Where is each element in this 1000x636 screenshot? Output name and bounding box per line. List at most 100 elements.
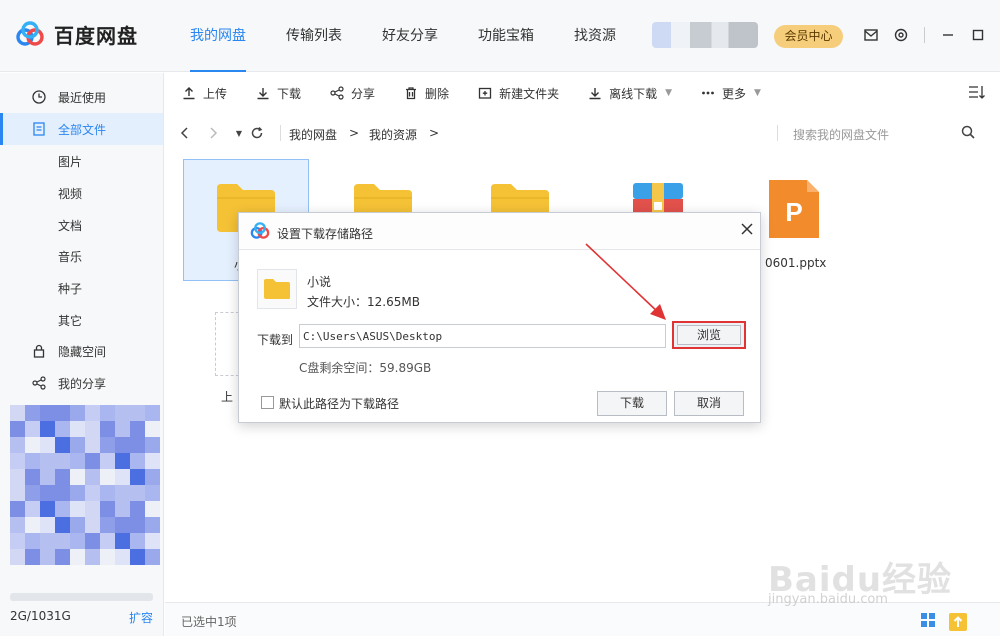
delete-button[interactable]: 删除: [403, 85, 449, 102]
upload-transfer-icon[interactable]: [948, 612, 968, 635]
chevron-down-icon: ▼: [665, 88, 673, 98]
sidebar-item-hidden-space[interactable]: 隐藏空间: [0, 335, 163, 367]
download-button[interactable]: 下载: [597, 391, 667, 416]
mosaic-pixel: [100, 517, 115, 533]
selection-count: 已选中1项: [181, 615, 237, 629]
mosaic-pixel: [25, 485, 40, 501]
mosaic-pixel: [55, 469, 70, 485]
mosaic-pixel: [40, 421, 55, 437]
svg-text:P: P: [785, 197, 802, 227]
minimize-icon[interactable]: [939, 26, 957, 44]
tab-find-resources[interactable]: 找资源: [554, 0, 636, 72]
mosaic-pixel: [145, 469, 160, 485]
sidebar-item-torrents[interactable]: 种子: [58, 280, 82, 297]
grid-view-icon[interactable]: [920, 612, 936, 635]
dialog-close-icon[interactable]: [739, 221, 755, 237]
mosaic-pixel: [130, 469, 145, 485]
mosaic-pixel: [25, 533, 40, 549]
sidebar-item-documents[interactable]: 文档: [58, 217, 82, 234]
more-dots-icon: [700, 85, 716, 101]
sidebar-item-other[interactable]: 其它: [58, 312, 82, 329]
offline-download-button[interactable]: 离线下载 ▼: [587, 85, 672, 102]
search-input[interactable]: 搜索我的网盘文件: [793, 126, 889, 143]
back-arrow-icon[interactable]: [177, 125, 193, 141]
user-avatar-blurred[interactable]: [652, 22, 758, 48]
mosaic-pixel: [55, 485, 70, 501]
mosaic-pixel: [55, 533, 70, 549]
app-name: 百度网盘: [54, 24, 138, 48]
mosaic-pixel: [55, 437, 70, 453]
vip-center-button[interactable]: 会员中心: [774, 25, 843, 48]
mosaic-pixel: [10, 453, 25, 469]
mosaic-pixel: [55, 453, 70, 469]
mosaic-pixel: [40, 533, 55, 549]
mosaic-pixel: [100, 421, 115, 437]
watermark-url: jingyan.baidu.com: [768, 592, 888, 607]
mosaic-pixel: [40, 469, 55, 485]
sidebar-item-all-files[interactable]: 全部文件: [0, 113, 163, 145]
mosaic-pixel: [115, 549, 130, 565]
mosaic-pixel: [10, 421, 25, 437]
mosaic-pixel: [115, 453, 130, 469]
forward-arrow-icon[interactable]: [205, 125, 221, 141]
mosaic-pixel: [70, 549, 85, 565]
sidebar-item-my-shares[interactable]: 我的分享: [0, 367, 163, 399]
breadcrumb-separator-icon: >: [349, 126, 360, 140]
maximize-icon[interactable]: [969, 26, 987, 44]
tab-my-drive[interactable]: 我的网盘: [170, 0, 266, 72]
settings-gear-icon[interactable]: [892, 26, 910, 44]
sidebar-item-recent[interactable]: 最近使用: [0, 81, 163, 113]
mosaic-pixel: [115, 469, 130, 485]
sidebar-item-videos[interactable]: 视频: [58, 185, 82, 202]
app-logo[interactable]: 百度网盘: [14, 20, 138, 49]
sidebar-item-images[interactable]: 图片: [58, 153, 82, 170]
mosaic-pixel: [115, 501, 130, 517]
mosaic-pixel: [70, 517, 85, 533]
download-path-dialog: 设置下载存储路径 小说 文件大小：12.65MB 下载到 浏览 C盘剩余空间：5…: [238, 212, 761, 423]
refresh-icon[interactable]: [249, 125, 265, 141]
dialog-file-name: 小说: [307, 275, 332, 289]
download-button[interactable]: 下载: [255, 85, 301, 102]
mail-icon[interactable]: [862, 26, 880, 44]
divider: [924, 27, 925, 43]
new-folder-button[interactable]: 新建文件夹: [477, 85, 559, 102]
more-button[interactable]: 更多 ▼: [700, 85, 761, 102]
mosaic-pixel: [130, 437, 145, 453]
browse-button[interactable]: 浏览: [677, 325, 741, 345]
mosaic-pixel: [10, 405, 25, 421]
mosaic-pixel: [55, 501, 70, 517]
tab-transfer-list[interactable]: 传输列表: [266, 0, 362, 72]
sidebar-item-music[interactable]: 音乐: [58, 248, 82, 265]
free-space-text: C盘剩余空间：59.89GB: [299, 361, 432, 375]
mosaic-pixel: [100, 501, 115, 517]
mosaic-pixel: [115, 405, 130, 421]
mosaic-pixel: [55, 549, 70, 565]
divider: [777, 125, 778, 141]
upload-button[interactable]: 上传: [181, 85, 227, 102]
mosaic-pixel: [40, 405, 55, 421]
mosaic-pixel: [70, 437, 85, 453]
folder-icon: [264, 279, 290, 299]
delete-label: 删除: [425, 86, 450, 101]
sidebar-item-label: 我的分享: [58, 376, 107, 391]
tab-toolbox[interactable]: 功能宝箱: [458, 0, 554, 72]
default-path-checkbox[interactable]: [261, 396, 274, 409]
blurred-ad-area: [10, 405, 160, 565]
expand-storage-link[interactable]: 扩容: [129, 609, 153, 626]
sort-icon[interactable]: [968, 85, 986, 102]
mosaic-pixel: [115, 485, 130, 501]
mosaic-pixel: [130, 421, 145, 437]
tab-friend-share[interactable]: 好友分享: [362, 0, 458, 72]
mosaic-pixel: [115, 517, 130, 533]
history-dropdown-icon[interactable]: ▼: [231, 125, 247, 141]
breadcrumb-my-drive[interactable]: 我的网盘: [289, 126, 337, 143]
share-button[interactable]: 分享: [329, 85, 375, 102]
download-path-input[interactable]: [299, 324, 666, 348]
breadcrumb-my-resources[interactable]: 我的资源: [369, 126, 417, 143]
storage-quota-text: 2G/1031G: [10, 609, 71, 623]
cancel-button[interactable]: 取消: [674, 391, 744, 416]
new-folder-icon: [477, 85, 493, 101]
download-to-label: 下载到: [257, 333, 294, 347]
search-icon[interactable]: [961, 125, 975, 142]
mosaic-pixel: [145, 517, 160, 533]
